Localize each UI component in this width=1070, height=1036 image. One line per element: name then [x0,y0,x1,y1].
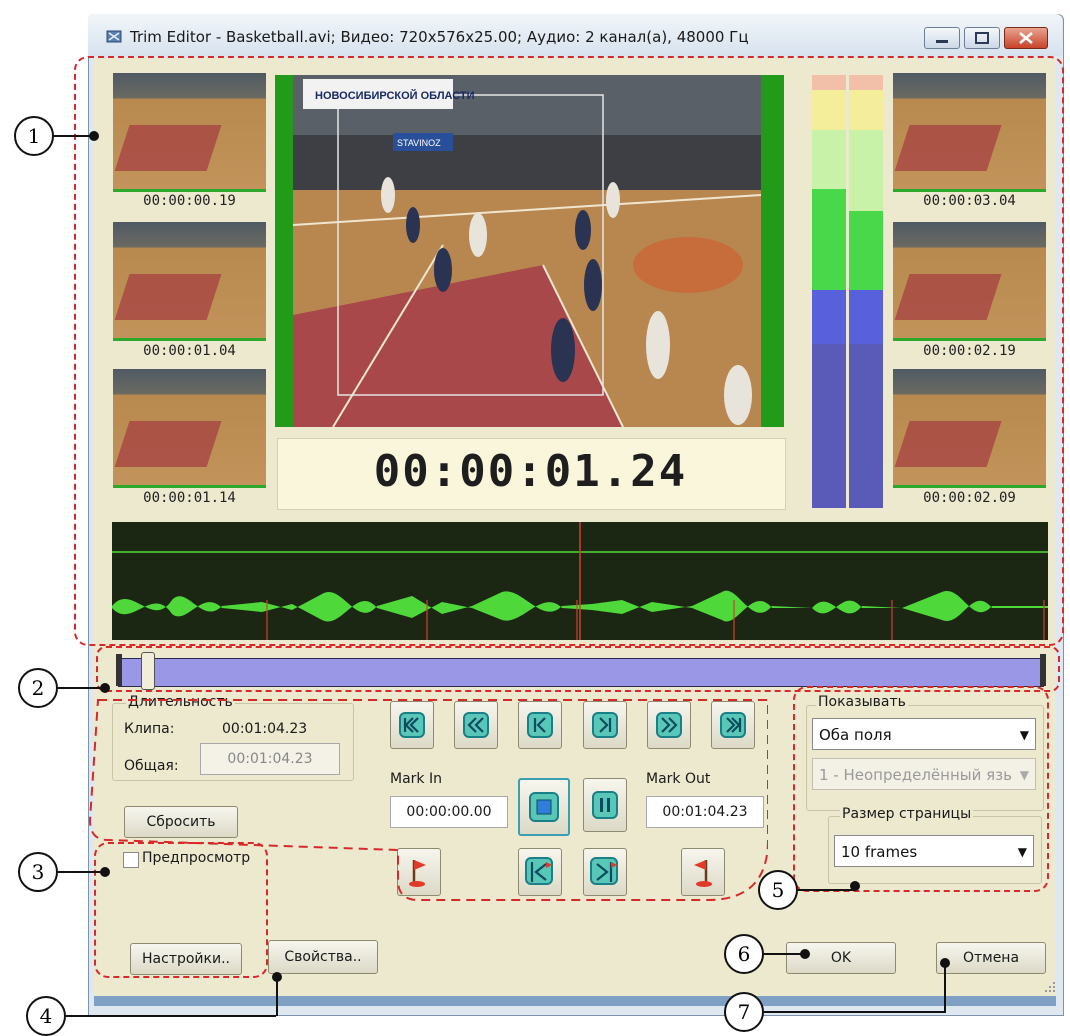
resize-grip-icon[interactable] [1044,978,1056,992]
leader-line [66,1015,276,1017]
maximize-button[interactable] [964,27,1000,49]
callout-2: 2 [18,668,58,708]
callout-5: 5 [758,870,798,910]
leader-dot [100,683,110,693]
leader-line [798,889,854,891]
cancel-button[interactable]: Отмена [936,942,1046,974]
region-display-options [793,686,1049,892]
close-button[interactable] [1004,27,1048,49]
window-bottom-edge [94,996,1056,1006]
window-title: Trim Editor - Basketball.avi; Видео: 720… [130,28,749,46]
leader-dot [89,131,99,141]
callout-1: 1 [14,116,54,156]
leader-dot [272,972,282,982]
leader-line [944,962,946,1012]
leader-line [58,871,104,873]
callout-4: 4 [26,996,66,1036]
leader-line [276,976,278,1016]
leader-line [54,135,92,137]
leader-dot [800,949,810,959]
leader-dot [940,958,950,968]
app-icon [106,28,124,46]
callout-3: 3 [18,852,58,892]
leader-line [58,687,104,689]
region-preview-area [74,56,1064,646]
region-preview-options [94,842,268,978]
callout-7: 7 [724,992,764,1032]
leader-dot [850,881,860,891]
callout-6: 6 [724,934,764,974]
minimize-button[interactable] [924,27,960,49]
leader-dot [100,867,110,877]
properties-button[interactable]: Свойства.. [268,940,378,974]
leader-line [764,1011,946,1013]
